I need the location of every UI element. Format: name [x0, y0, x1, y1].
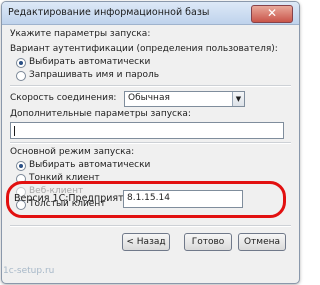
auth-label: Вариант аутентификации (определения поль… — [10, 44, 278, 54]
title-bar[interactable]: Редактирование информационной базы ✕ — [2, 2, 299, 25]
close-button[interactable]: ✕ — [251, 5, 293, 23]
version-input[interactable]: 8.1.15.14 — [123, 190, 243, 208]
dialog-content: Укажите параметры запуска: Вариант аутен… — [6, 25, 295, 279]
separator — [10, 142, 291, 144]
speed-select[interactable]: Обычная ▼ — [124, 91, 245, 107]
separator — [10, 225, 291, 227]
section-label: Укажите параметры запуска: — [10, 29, 151, 39]
cancel-button[interactable]: Отмена — [238, 233, 286, 251]
text-cursor — [14, 126, 15, 136]
auth-auto-radio[interactable] — [16, 58, 26, 68]
mode-label: Основной режим запуска: — [10, 147, 135, 157]
speed-label: Скорость соединения: — [10, 93, 117, 103]
mode-thin-label: Тонкий клиент — [29, 173, 100, 183]
version-value: 8.1.15.14 — [127, 193, 170, 203]
auth-password-radio[interactable] — [16, 71, 26, 81]
mode-auto-label: Выбирать автоматически — [29, 160, 151, 170]
watermark: 1c-setup.ru — [3, 266, 55, 276]
version-label: Версия 1С:Предприятия: — [14, 193, 139, 204]
extra-params-input[interactable] — [10, 122, 284, 139]
dialog-title: Редактирование информационной базы — [8, 7, 210, 18]
extra-params-label: Дополнительные параметры запуска: — [10, 109, 191, 119]
mode-thin-radio[interactable] — [16, 174, 26, 184]
close-icon: ✕ — [266, 6, 278, 20]
back-button[interactable]: < Назад — [122, 233, 170, 251]
speed-value: Обычная — [128, 93, 170, 103]
dialog-window: Редактирование информационной базы ✕ Ука… — [1, 1, 300, 284]
auth-password-label: Запрашивать имя и пароль — [29, 70, 160, 80]
auth-auto-label: Выбирать автоматически — [29, 57, 151, 67]
mode-auto-radio[interactable] — [16, 161, 26, 171]
done-button[interactable]: Готово — [184, 233, 232, 251]
chevron-down-icon[interactable]: ▼ — [232, 92, 244, 106]
separator — [10, 85, 291, 87]
